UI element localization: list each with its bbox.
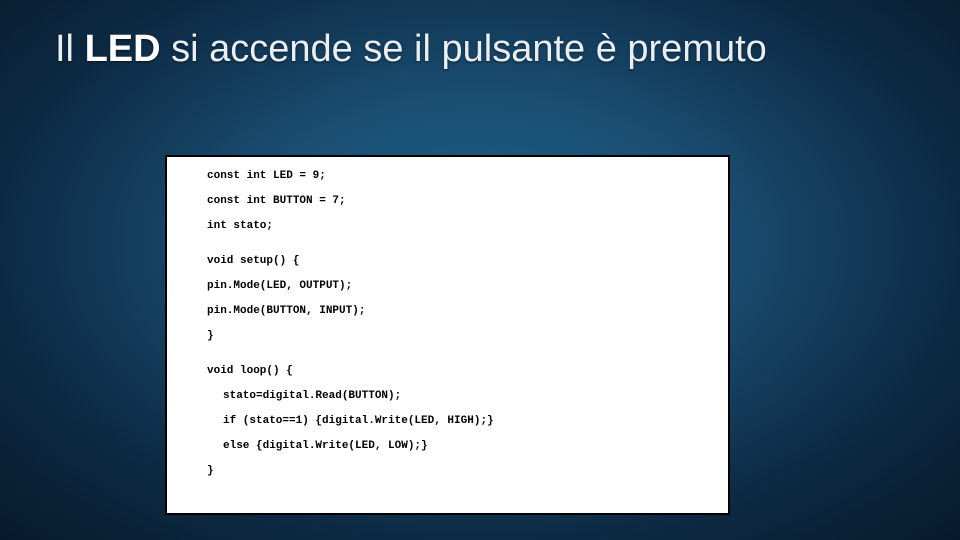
code-line: else {digital.Write(LED, LOW);}: [207, 441, 728, 452]
slide: Il LED si accende se il pulsante è premu…: [0, 0, 960, 540]
code-line: const int LED = 9;: [207, 171, 728, 182]
code-line: stato=digital.Read(BUTTON);: [207, 391, 728, 402]
code-line: int stato;: [207, 221, 728, 232]
code-line: }: [207, 466, 728, 477]
code-block: const int LED = 9; const int BUTTON = 7;…: [165, 155, 730, 515]
code-line: pin.Mode(LED, OUTPUT);: [207, 281, 728, 292]
code-line: }: [207, 331, 728, 342]
code-line: pin.Mode(BUTTON, INPUT);: [207, 306, 728, 317]
slide-title: Il LED si accende se il pulsante è premu…: [55, 28, 920, 72]
code-line: const int BUTTON = 7;: [207, 196, 728, 207]
code-line: void setup() {: [207, 256, 728, 267]
code-line: if (stato==1) {digital.Write(LED, HIGH);…: [207, 416, 728, 427]
code-line: void loop() {: [207, 366, 728, 377]
